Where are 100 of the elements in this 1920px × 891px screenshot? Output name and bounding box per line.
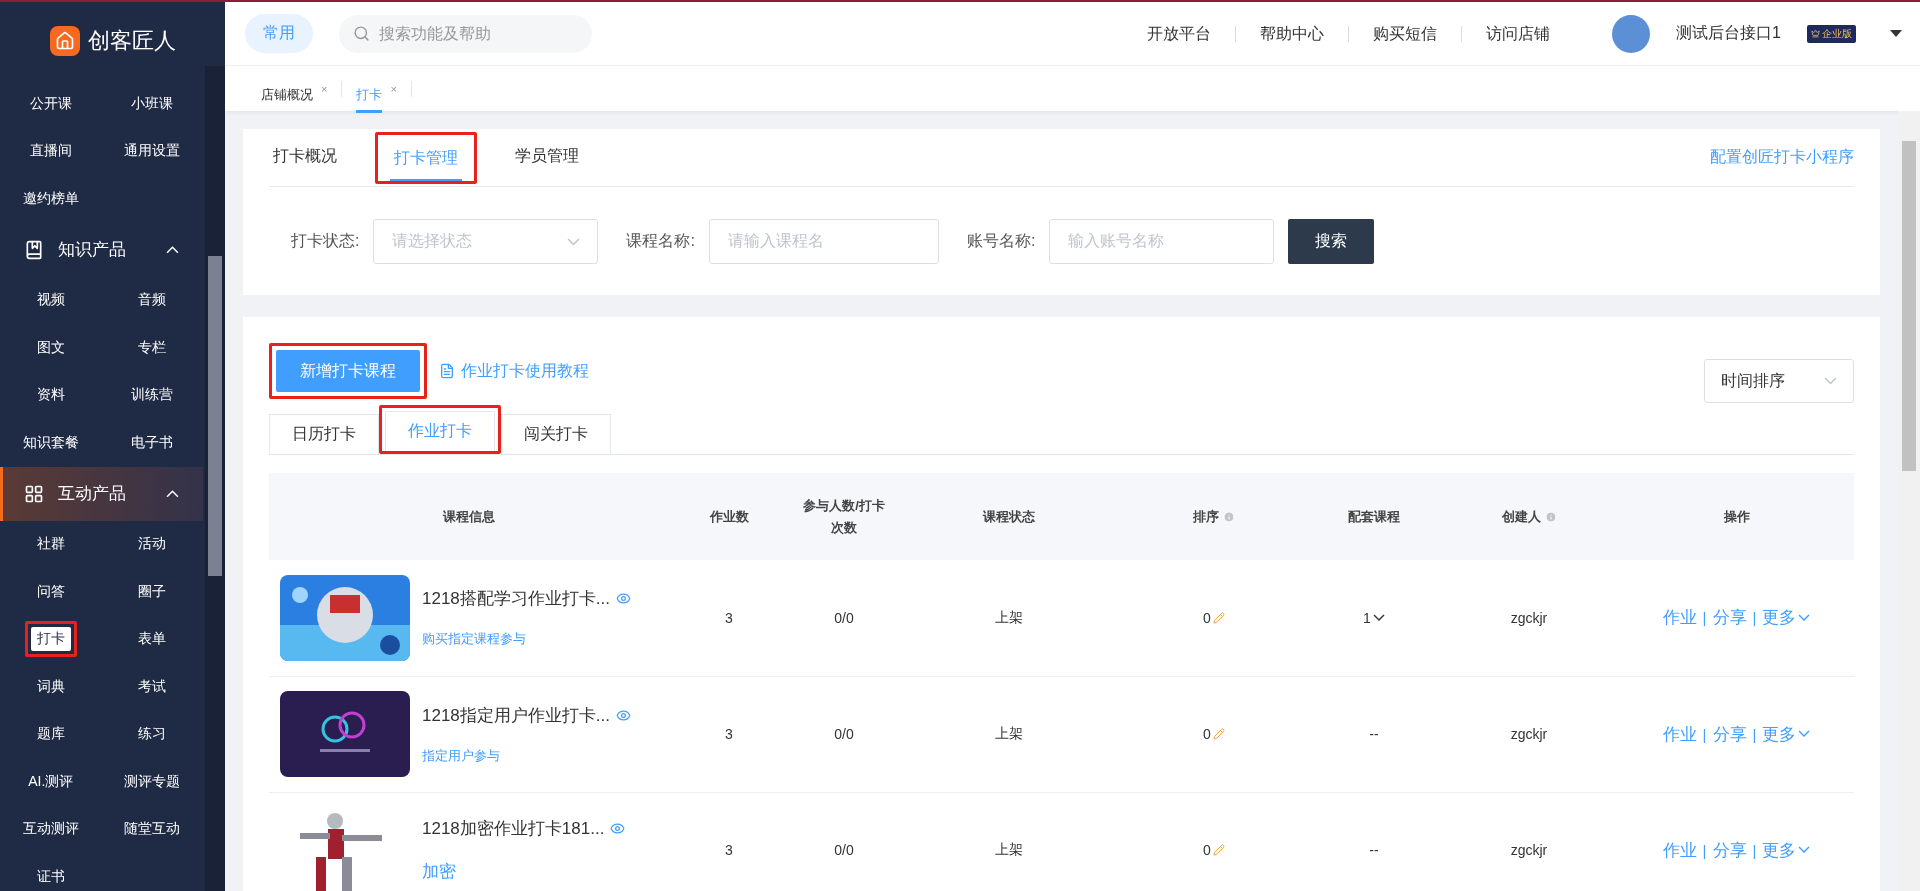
scrollbar[interactable]: [1898, 111, 1920, 891]
chevron-icon: [567, 237, 581, 246]
search-button[interactable]: 搜索: [1288, 218, 1375, 264]
sidebar-item[interactable]: 题库: [30, 722, 71, 747]
course-title: 1218指定用户作业打卡...: [422, 704, 610, 727]
pencil-icon[interactable]: [1212, 844, 1225, 856]
chevron-icon: [1824, 377, 1837, 385]
chevron-icon: [1798, 846, 1811, 854]
top-link[interactable]: 开放平台: [1123, 25, 1236, 42]
sidebar-item[interactable]: 圈子: [132, 579, 173, 604]
input-field[interactable]: 请输入课程名: [708, 218, 939, 264]
sidebar-item[interactable]: 视频: [30, 288, 71, 313]
sidebar-item[interactable]: 邀约榜单: [16, 186, 85, 211]
sidebar-item[interactable]: 电子书: [125, 430, 180, 455]
pencil-icon[interactable]: [1212, 611, 1225, 624]
column-header: 配套课程: [1309, 473, 1439, 560]
separator: |: [1752, 841, 1757, 859]
top-link[interactable]: 访问店铺: [1461, 25, 1575, 42]
top-link[interactable]: 帮助中心: [1235, 25, 1349, 42]
book-icon: [24, 239, 44, 260]
search-icon: [353, 24, 370, 42]
chevron-icon: [1798, 730, 1811, 738]
sidebar-item[interactable]: 直播间: [23, 139, 78, 164]
sidebar-item[interactable]: 互动测评: [16, 817, 85, 842]
edition-badge: 企业版: [1807, 24, 1856, 43]
sidebar-item[interactable]: 音频: [132, 288, 173, 313]
table-cell: 上架: [899, 792, 1119, 891]
sidebar-item[interactable]: 公开课: [23, 91, 78, 116]
column-header: 课程状态: [899, 473, 1119, 560]
page-tab[interactable]: 店铺概况: [261, 78, 313, 113]
tab[interactable]: 打卡概况: [269, 136, 341, 179]
eye-icon[interactable]: [616, 591, 631, 607]
course-title: 1218加密作业打卡181...: [422, 818, 605, 840]
column-header: 参与人数/打卡次数: [789, 473, 899, 560]
input-field[interactable]: 输入账号名称: [1049, 218, 1275, 264]
pencil-icon[interactable]: [1212, 728, 1225, 740]
column-header: 创建人: [1439, 473, 1619, 560]
bundle-value: --: [1369, 842, 1379, 858]
caret-icon[interactable]: [1890, 30, 1902, 37]
sidebar-item[interactable]: 测评专题: [118, 769, 187, 794]
sidebar-item[interactable]: 知识套餐: [16, 430, 85, 455]
column-header: 作业数: [669, 473, 789, 560]
scrollbar[interactable]: [205, 66, 225, 891]
bundle-value[interactable]: 1: [1363, 609, 1385, 626]
eye-icon[interactable]: [610, 821, 626, 836]
sidebar-item[interactable]: 社群: [30, 532, 71, 557]
sidebar-item[interactable]: 考试: [132, 674, 173, 699]
separator: |: [1702, 725, 1707, 743]
filter-label: 账号名称:: [966, 230, 1036, 251]
info-icon: [1544, 510, 1557, 523]
sidebar-item[interactable]: 通用设置: [118, 139, 187, 164]
sidebar-item[interactable]: 图文: [30, 335, 71, 360]
separator: |: [1702, 609, 1707, 627]
table-cell: 3: [669, 560, 789, 676]
table-cell: 3: [669, 676, 789, 792]
sort-value[interactable]: 0: [1203, 726, 1225, 742]
sidebar-item[interactable]: 词典: [30, 674, 71, 699]
sidebar-item[interactable]: 打卡: [30, 627, 71, 652]
column-header: 操作: [1619, 473, 1854, 560]
brand-name: 创客匠人: [87, 27, 176, 55]
filter-label: 课程名称:: [626, 230, 695, 251]
column-header: 课程信息: [269, 473, 669, 560]
sidebar-group[interactable]: 知识产品: [0, 222, 203, 277]
sidebar-item[interactable]: 表单: [132, 627, 173, 652]
info-icon: [1223, 510, 1235, 523]
table-cell: 上架: [899, 560, 1119, 676]
sidebar-item[interactable]: 练习: [132, 722, 173, 747]
sidebar-group[interactable]: 互动产品: [0, 466, 203, 521]
chevron-icon: [1372, 614, 1385, 622]
sidebar-item[interactable]: 证书: [30, 864, 71, 889]
table-cell: 上架: [899, 676, 1119, 792]
separator: |: [1702, 841, 1707, 859]
sidebar-item[interactable]: AI.测评: [22, 769, 80, 794]
sidebar-item[interactable]: 训练营: [125, 383, 180, 408]
user-name[interactable]: 测试后台接口1: [1676, 23, 1781, 44]
sidebar-item[interactable]: 活动: [132, 532, 173, 557]
sort-select[interactable]: 时间排序: [1704, 359, 1854, 403]
top-link[interactable]: 购买短信: [1348, 25, 1462, 42]
sort-value[interactable]: 0: [1203, 609, 1225, 626]
tab[interactable]: 学员管理: [511, 136, 583, 179]
status-select[interactable]: 请选择状态: [373, 218, 599, 264]
sidebar-item[interactable]: 问答: [30, 579, 71, 604]
chevron-icon: [1798, 614, 1811, 622]
tab[interactable]: 日历打卡: [269, 414, 379, 454]
table-cell: zgckjr: [1439, 676, 1619, 792]
sidebar-item[interactable]: 资料: [30, 383, 71, 408]
separator: |: [1752, 725, 1757, 743]
search-field[interactable]: 搜索功能及帮助: [339, 14, 592, 53]
sort-value[interactable]: 0: [1203, 842, 1225, 858]
filter-label: 打卡状态:: [291, 230, 360, 251]
bundle-value: --: [1369, 726, 1379, 742]
user-avatar[interactable]: [1612, 14, 1651, 53]
table-cell: 0/0: [789, 676, 899, 792]
sidebar-item[interactable]: 专栏: [132, 335, 173, 360]
table-cell: zgckjr: [1439, 792, 1619, 891]
sidebar-item[interactable]: 小班课: [125, 91, 180, 116]
eye-icon[interactable]: [616, 707, 631, 723]
tab[interactable]: 闯关打卡: [501, 414, 611, 454]
sidebar-item[interactable]: 随堂互动: [118, 817, 187, 842]
logo-icon: [49, 26, 80, 56]
